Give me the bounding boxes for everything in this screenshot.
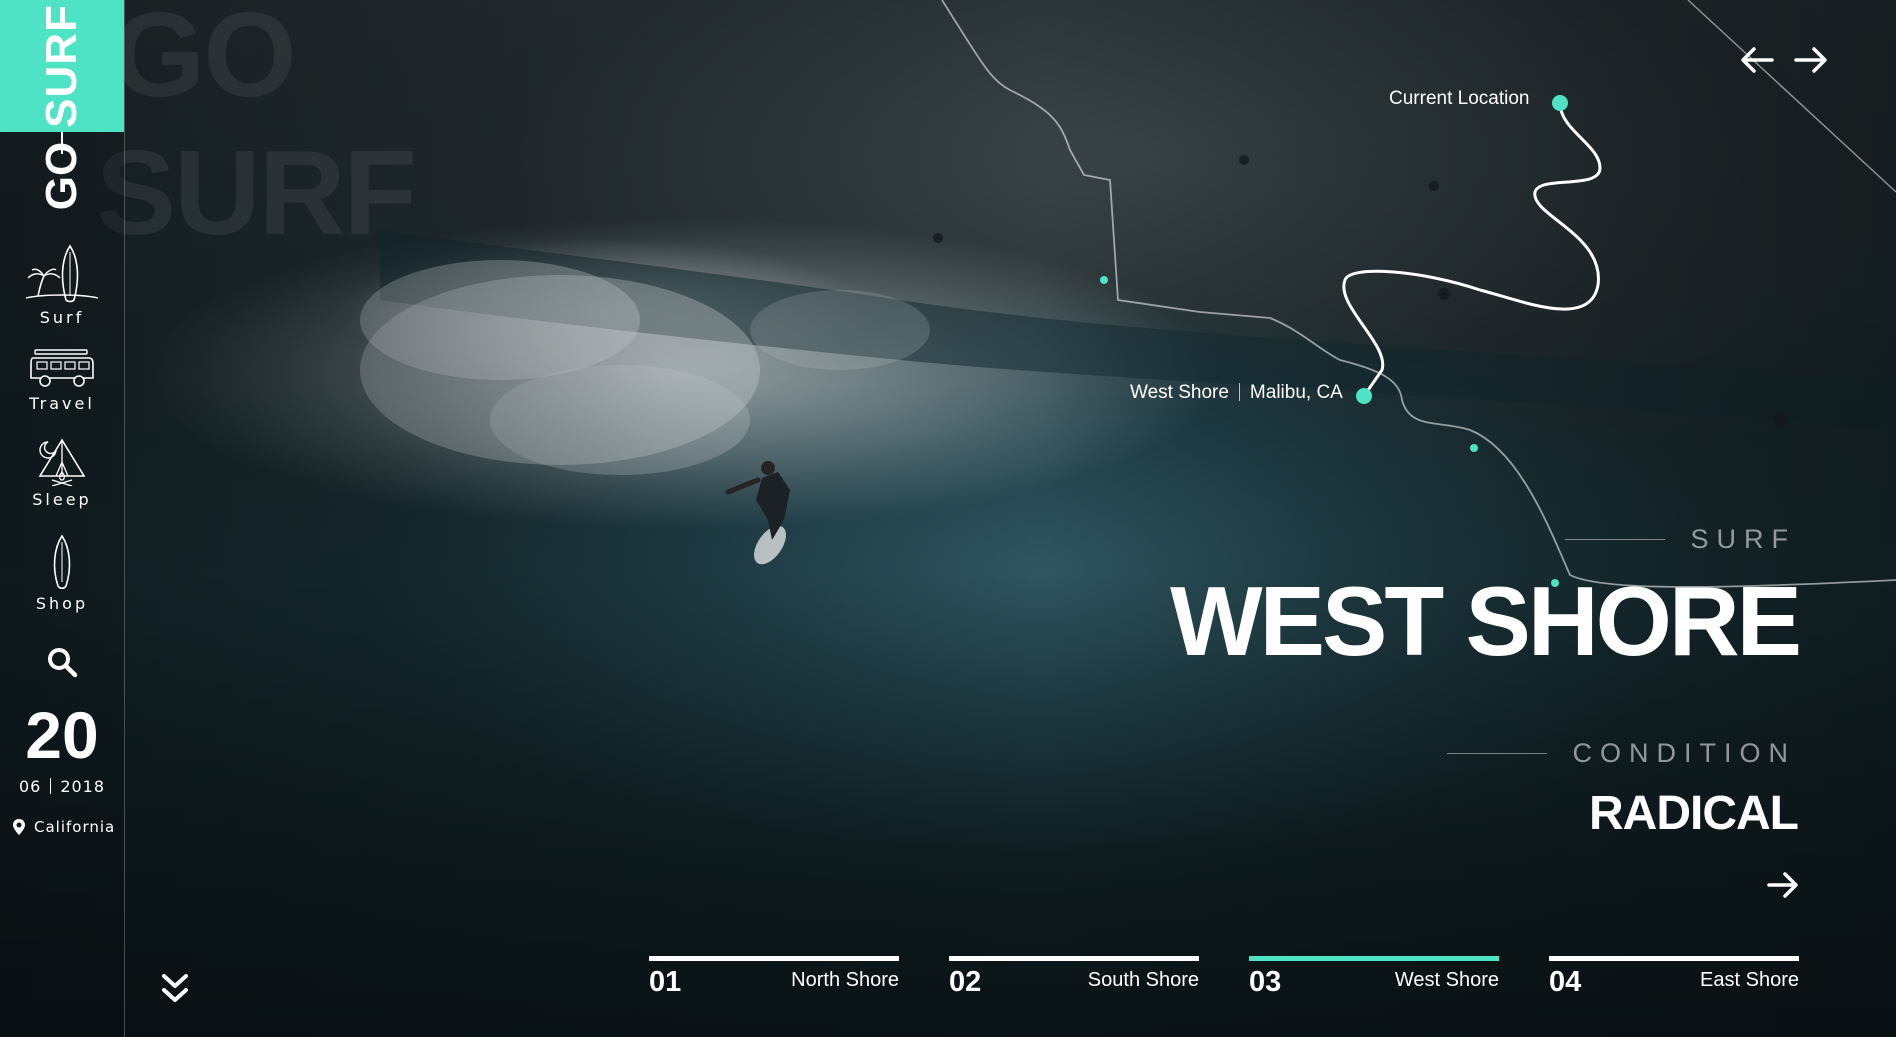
tab-bar <box>1549 956 1799 961</box>
sidebar-item-travel[interactable]: Travel <box>0 348 124 413</box>
hero-eyebrow-text: SURF <box>1690 524 1796 554</box>
board-icon <box>53 534 71 590</box>
date-month: 06 <box>18 777 42 796</box>
sidebar-item-label: Shop <box>35 594 89 613</box>
arrow-right-icon[interactable] <box>1794 46 1828 74</box>
tab-west-shore[interactable]: 03 West Shore <box>1249 956 1499 1006</box>
tab-north-shore[interactable]: 01 North Shore <box>649 956 899 1006</box>
tab-label: West Shore <box>1394 969 1499 991</box>
condition-label: CONDITION <box>1572 738 1796 768</box>
tab-number: 01 <box>649 966 682 998</box>
surfboard-palm-icon <box>25 244 99 303</box>
arrow-right-icon[interactable] <box>1767 871 1799 899</box>
arrow-left-icon[interactable] <box>1740 46 1774 74</box>
condition-value: RADICAL <box>1589 787 1799 840</box>
tab-bar <box>649 956 899 961</box>
tab-label: South Shore <box>1087 969 1199 991</box>
sidebar-item-label: Travel <box>29 394 95 413</box>
tab-east-shore[interactable]: 04 East Shore <box>1549 956 1799 1006</box>
location: California <box>12 818 115 836</box>
sidebar: SURF GO Surf Travel Sleep Shop 20 06 201… <box>0 0 125 1037</box>
sidebar-item-label: Sleep <box>32 490 92 509</box>
tab-label: North Shore <box>791 969 899 991</box>
destination-place: Malibu, CA <box>1249 382 1343 403</box>
tab-number: 02 <box>949 966 982 998</box>
eyebrow-rule <box>1564 539 1665 540</box>
date-month-year: 06 2018 <box>0 777 124 796</box>
current-location-marker <box>1552 95 1568 111</box>
tab-label: East Shore <box>1700 969 1799 991</box>
hero-title: WEST SHORE <box>1170 566 1802 676</box>
location-pin-icon <box>13 819 25 835</box>
double-chevron-down-icon[interactable] <box>160 970 190 1006</box>
hero-eyebrow: SURF <box>1564 524 1797 555</box>
tab-bar <box>949 956 1199 961</box>
ghost-logo-surf: SURF <box>96 126 417 260</box>
condition-rule <box>1446 753 1547 754</box>
current-location-label: Current Location <box>1389 88 1530 109</box>
tent-icon <box>38 438 86 486</box>
ghost-logo-go: GO <box>112 0 297 122</box>
search-icon[interactable] <box>46 646 78 678</box>
destination-label[interactable]: West Shore Malibu, CA <box>1130 382 1343 404</box>
date-year: 2018 <box>60 777 106 796</box>
logo-word-go: GO <box>37 141 86 211</box>
van-icon <box>30 349 94 387</box>
sidebar-item-surf[interactable]: Surf <box>0 244 124 327</box>
location-text: California <box>34 818 116 836</box>
date-day: 20 <box>25 698 99 772</box>
condition-label-row: CONDITION <box>1446 738 1797 769</box>
tab-number: 04 <box>1549 966 1582 998</box>
sidebar-item-label: Surf <box>39 308 85 327</box>
tab-number: 03 <box>1249 966 1282 998</box>
sidebar-item-sleep[interactable]: Sleep <box>0 436 124 509</box>
sidebar-item-shop[interactable]: Shop <box>0 534 124 613</box>
tab-bar-active <box>1249 956 1499 961</box>
logo-word-surf: SURF <box>37 4 86 128</box>
destination-marker <box>1356 388 1372 404</box>
destination-name: West Shore <box>1130 382 1229 403</box>
logo-block[interactable]: SURF <box>0 0 124 132</box>
tab-south-shore[interactable]: 02 South Shore <box>949 956 1199 1006</box>
